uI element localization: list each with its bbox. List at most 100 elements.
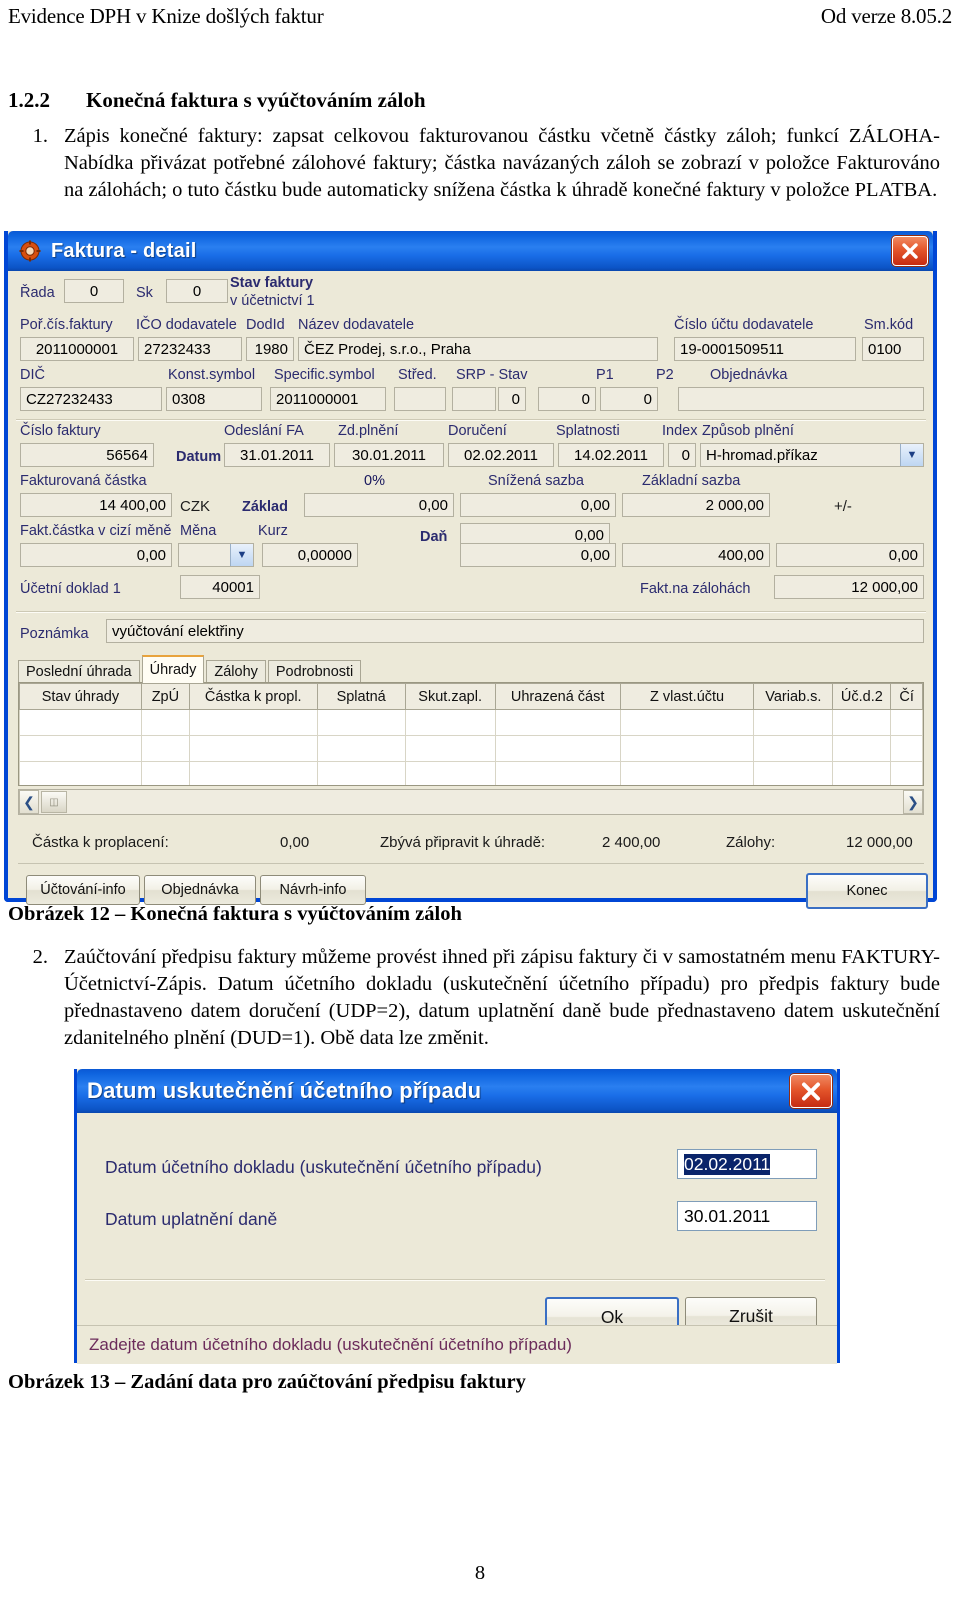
cell bbox=[316, 735, 406, 762]
zbyva-pripravit-label: Zbývá připravit k úhradě: bbox=[380, 834, 546, 851]
payments-table: Stav úhrady ZpÚ Částka k propl. Splatná … bbox=[19, 683, 923, 785]
separator-1 bbox=[16, 419, 926, 421]
col-uhrazena-cast[interactable]: Uhrazená část bbox=[494, 683, 621, 710]
col-ci[interactable]: Čí bbox=[890, 683, 923, 710]
table-row[interactable] bbox=[19, 735, 923, 762]
cizi-mena-input[interactable]: 0,00 bbox=[20, 543, 172, 567]
poznamka-input[interactable]: vyúčtování elektřiny bbox=[106, 619, 924, 643]
date-dialog-statusbar: Zadejte datum účetního dokladu (uskutečn… bbox=[77, 1325, 837, 1364]
objednavka-button[interactable]: Objednávka bbox=[144, 875, 256, 905]
cislo-faktury-label: Číslo faktury bbox=[20, 423, 101, 439]
cell bbox=[19, 761, 142, 785]
cislo-faktury-input[interactable]: 56564 bbox=[20, 443, 154, 467]
cell bbox=[832, 709, 892, 736]
dan-plusminus-input[interactable]: 0,00 bbox=[776, 543, 924, 567]
grid-horizontal-scrollbar[interactable]: ❮ ◫ ❯ bbox=[18, 789, 924, 815]
index-input[interactable]: 0 bbox=[668, 443, 696, 467]
tab-posledni-uhrada[interactable]: Poslední úhrada bbox=[18, 660, 140, 683]
odeslani-fa-label: Odeslání FA bbox=[224, 423, 304, 439]
invoice-window-body: Řada 0 Sk 0 Stav faktury v účetnictví 1 … bbox=[8, 271, 933, 909]
zaklad-nula-input[interactable]: 0,00 bbox=[304, 493, 454, 517]
payments-grid[interactable]: Stav úhrady ZpÚ Částka k propl. Splatná … bbox=[18, 682, 924, 786]
cell bbox=[188, 735, 318, 762]
cislo-uctu-input[interactable]: 19-0001509511 bbox=[674, 337, 856, 361]
chevron-down-icon-2[interactable]: ▼ bbox=[230, 544, 253, 566]
chevron-left-icon[interactable]: ❮ bbox=[19, 790, 39, 814]
zd-plneni-input[interactable]: 30.01.2011 bbox=[334, 443, 444, 467]
table-row[interactable] bbox=[19, 761, 923, 785]
close-icon[interactable] bbox=[892, 236, 928, 266]
cell bbox=[832, 761, 892, 785]
date-dialog-titlebar: Datum uskutečnění účetního případu bbox=[77, 1069, 837, 1113]
col-z-vlast-uctu[interactable]: Z vlast.účtu bbox=[619, 683, 755, 710]
datum-ucetniho-dokladu-input[interactable]: 02.02.2011 bbox=[677, 1149, 817, 1179]
chevron-down-icon[interactable]: ▼ bbox=[900, 444, 923, 466]
navrh-info-button[interactable]: Návrh-info bbox=[260, 875, 366, 905]
close-icon-2[interactable] bbox=[790, 1074, 832, 1108]
stav-faktury-label-1: Stav faktury bbox=[230, 275, 314, 291]
doruceni-input[interactable]: 02.02.2011 bbox=[448, 443, 554, 467]
p1-input[interactable]: 0 bbox=[538, 387, 596, 411]
cell bbox=[140, 761, 190, 785]
col-uc-d-2[interactable]: Úč.d.2 bbox=[832, 683, 892, 710]
zaklad-snizena-input[interactable]: 0,00 bbox=[460, 493, 616, 517]
odeslani-fa-input[interactable]: 31.01.2011 bbox=[224, 443, 330, 467]
scrollbar-thumb[interactable]: ◫ bbox=[41, 791, 67, 813]
invoice-window-titlebar: Faktura - detail bbox=[8, 231, 933, 271]
ucetni-doklad-label: Účetní doklad 1 bbox=[20, 581, 121, 597]
tab-podrobnosti[interactable]: Podrobnosti bbox=[267, 660, 362, 683]
col-castka-k-propl[interactable]: Částka k propl. bbox=[188, 683, 318, 710]
rada-input[interactable]: 0 bbox=[64, 279, 124, 303]
datum-uplatneni-dane-input[interactable]: 30.01.2011 bbox=[677, 1201, 817, 1231]
rada-label: Řada bbox=[20, 285, 55, 301]
konec-button[interactable]: Konec bbox=[806, 873, 928, 909]
ucetni-doklad-input[interactable]: 40001 bbox=[180, 575, 260, 599]
kurz-input[interactable]: 0,00000 bbox=[262, 543, 358, 567]
date-dialog-title: Datum uskutečnění účetního případu bbox=[87, 1078, 482, 1103]
col-variab-s[interactable]: Variab.s. bbox=[753, 683, 834, 710]
nazev-dodavatele-input[interactable]: ČEZ Prodej, s.r.o., Praha bbox=[298, 337, 658, 361]
p1-label: P1 bbox=[596, 367, 614, 383]
cell bbox=[890, 761, 923, 785]
ico-dodavatele-input[interactable]: 27232433 bbox=[138, 337, 242, 361]
tab-uhrady[interactable]: Úhrady bbox=[141, 655, 205, 683]
scrollbar-track[interactable] bbox=[67, 790, 903, 814]
fakt-na-zalohach-input[interactable]: 12 000,00 bbox=[774, 575, 924, 599]
datum-label: Datum bbox=[176, 449, 222, 465]
stav-input[interactable]: 0 bbox=[498, 387, 526, 411]
objednavka-input[interactable] bbox=[678, 387, 924, 411]
dodid-input[interactable]: 1980 bbox=[246, 337, 294, 361]
col-stav-uhrady[interactable]: Stav úhrady bbox=[19, 683, 142, 710]
srp-input[interactable] bbox=[452, 387, 496, 411]
dic-input[interactable]: CZ27232433 bbox=[20, 387, 162, 411]
splatnosti-input[interactable]: 14.02.2011 bbox=[558, 443, 664, 467]
uctovani-info-button[interactable]: Účtování-info bbox=[26, 875, 140, 905]
figure-caption-13: Obrázek 13 – Zadání data pro zaúčtování … bbox=[8, 1371, 526, 1393]
zaklad-zakladni-input[interactable]: 2 000,00 bbox=[622, 493, 770, 517]
chevron-right-icon[interactable]: ❯ bbox=[903, 790, 923, 814]
dan-zakladni-input[interactable]: 400,00 bbox=[622, 543, 770, 567]
col-zpu[interactable]: ZpÚ bbox=[140, 683, 190, 710]
sm-kod-input[interactable]: 0100 bbox=[862, 337, 924, 361]
dan-snizena-input[interactable]: 0,00 bbox=[460, 543, 616, 567]
zaklad-label: Základ bbox=[242, 499, 288, 515]
plus-minus-label: +/- bbox=[834, 498, 852, 515]
sk-input[interactable]: 0 bbox=[166, 279, 228, 303]
mena-select[interactable]: ▼ bbox=[178, 543, 254, 567]
specific-symbol-input[interactable]: 2011000001 bbox=[270, 387, 386, 411]
tab-zalohy[interactable]: Zálohy bbox=[206, 660, 266, 683]
index-label: Index bbox=[662, 423, 698, 439]
col-splatna[interactable]: Splatná bbox=[316, 683, 406, 710]
col-skut-zapl[interactable]: Skut.zapl. bbox=[404, 683, 496, 710]
stred-input[interactable] bbox=[394, 387, 446, 411]
p2-input[interactable]: 0 bbox=[600, 387, 658, 411]
zpusob-plneni-select[interactable]: H-hromad.příkaz ▼ bbox=[700, 443, 924, 467]
cell bbox=[494, 761, 621, 785]
table-row[interactable] bbox=[19, 709, 923, 736]
por-cis-faktury-input[interactable]: 2011000001 bbox=[20, 337, 134, 361]
zbyva-pripravit-value: 2 400,00 bbox=[602, 834, 661, 851]
srp-stav-label: SRP - Stav bbox=[456, 367, 528, 383]
cell bbox=[494, 709, 621, 736]
konst-symbol-input[interactable]: 0308 bbox=[166, 387, 262, 411]
fakturovana-castka-input[interactable]: 14 400,00 bbox=[20, 493, 172, 517]
